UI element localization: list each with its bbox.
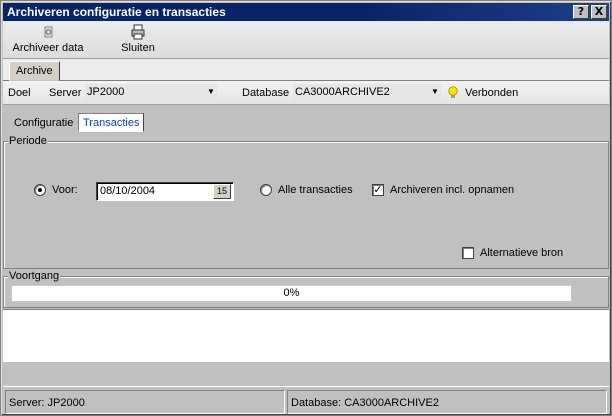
voortgang-title: Voortgang (8, 270, 61, 282)
tab-configuratie-label: Configuratie (14, 117, 74, 129)
progress-text: 0% (283, 287, 300, 299)
database-value: CA3000ARCHIVE2 (295, 86, 390, 98)
close-button[interactable]: Sluiten (117, 24, 159, 54)
radio-circle[interactable] (260, 184, 272, 196)
status-server-text: Server: JP2000 (9, 397, 85, 409)
voor-radio[interactable]: Voor: (34, 184, 78, 196)
status-bar: Server: JP2000 Database: CA3000ARCHIVE2 (3, 386, 609, 415)
gear-icon (44, 26, 53, 38)
tab-transacties-label: Transacties (83, 117, 140, 129)
radio-dot (38, 188, 42, 192)
printer-icon (131, 24, 145, 40)
alternatieve-bron-label: Alternatieve bron (480, 247, 564, 259)
date-input[interactable]: 08/10/2004 15 (96, 182, 234, 201)
archive-data-button[interactable]: Archiveer data (11, 24, 85, 54)
server-combo[interactable]: JP2000 ▼ (85, 84, 217, 101)
top-tab-strip: Archive (3, 59, 609, 81)
server-value: JP2000 (87, 86, 125, 98)
database-label: Database (242, 87, 290, 99)
checkbox-box[interactable] (462, 247, 474, 259)
close-window-button[interactable]: X (591, 5, 607, 19)
tab-configuratie[interactable]: Configuratie (10, 114, 77, 133)
chevron-down-icon[interactable]: ▼ (429, 85, 441, 99)
doel-label: Doel (8, 87, 31, 99)
app-window: Archiveren configuratie en transacties ?… (0, 0, 612, 416)
alle-transacties-label: Alle transacties (278, 184, 353, 196)
toolbar: Archiveer data Sluiten (3, 21, 609, 59)
close-label: Sluiten (121, 42, 155, 54)
window-title: Archiveren configuratie en transacties (7, 5, 226, 19)
tab-transacties[interactable]: Transacties (78, 113, 145, 132)
alternatieve-bron-checkbox[interactable]: Alternatieve bron (462, 247, 563, 259)
status-database: Database: CA3000ARCHIVE2 (287, 390, 607, 414)
radio-circle[interactable] (34, 184, 46, 196)
date-value: 08/10/2004 (100, 185, 156, 197)
sub-tab-strip: Configuratie Transacties (3, 113, 609, 133)
checkmark-icon[interactable]: ✓ (372, 184, 384, 196)
database-combo[interactable]: CA3000ARCHIVE2 ▼ (293, 84, 441, 101)
archiveren-label: Archiveren incl. opnamen (390, 184, 515, 196)
status-server: Server: JP2000 (5, 390, 285, 414)
log-pane[interactable] (3, 309, 609, 362)
voor-label: Voor: (52, 184, 78, 196)
periode-title: Periode (8, 135, 48, 147)
status-database-text: Database: CA3000ARCHIVE2 (291, 397, 439, 409)
help-button[interactable]: ? (573, 5, 589, 19)
chevron-down-icon[interactable]: ▼ (205, 85, 217, 99)
target-row: Doel Server JP2000 ▼ Database CA3000ARCH… (3, 81, 609, 105)
tab-archive-label: Archive (16, 65, 53, 77)
server-label: Server (49, 87, 82, 99)
tab-archive[interactable]: Archive (9, 61, 60, 81)
archiveren-checkbox[interactable]: ✓ Archiveren incl. opnamen (372, 184, 514, 196)
calendar-icon[interactable]: 15 (213, 184, 231, 199)
archive-data-label: Archiveer data (12, 42, 84, 54)
lightbulb-icon (448, 86, 458, 98)
progress-bar: 0% (11, 285, 572, 302)
title-bar: Archiveren configuratie en transacties ?… (3, 3, 609, 21)
connection-status: Verbonden (465, 87, 519, 99)
alle-transacties-radio[interactable]: Alle transacties (260, 184, 353, 196)
